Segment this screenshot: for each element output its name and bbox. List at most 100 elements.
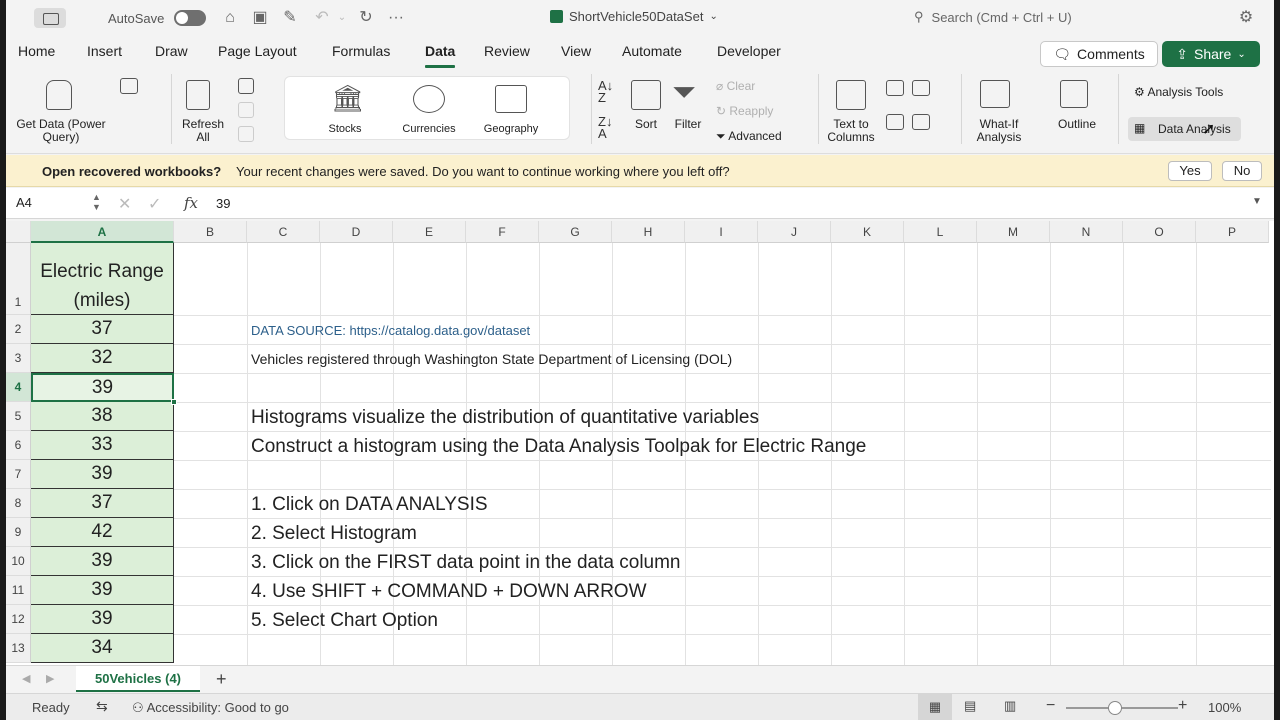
select-all-corner[interactable] (6, 221, 31, 243)
column-header-e[interactable]: E (393, 221, 466, 243)
sort-button[interactable]: Sort (626, 76, 666, 148)
zoom-level[interactable]: 100% (1208, 700, 1241, 715)
cell-a11[interactable]: 39 (31, 576, 174, 605)
tab-view[interactable]: View (561, 43, 591, 59)
macro-recording-icon[interactable]: ⇆ (96, 698, 108, 715)
text-to-columns-button[interactable]: Text to Columns (822, 76, 880, 148)
column-header-d[interactable]: D (320, 221, 393, 243)
column-header-c[interactable]: C (247, 221, 320, 243)
home-icon[interactable]: ⌂ (220, 8, 240, 28)
cell-a13[interactable]: 34 (31, 634, 174, 663)
row-header-10[interactable]: 10 (6, 547, 31, 576)
column-header-o[interactable]: O (1123, 221, 1196, 243)
zoom-out-icon[interactable]: − (1046, 697, 1055, 715)
cell-a4-active[interactable]: 39 (31, 373, 174, 402)
cell-a10[interactable]: 39 (31, 547, 174, 576)
cell-a7[interactable]: 39 (31, 460, 174, 489)
yes-button[interactable]: Yes (1168, 161, 1212, 181)
add-sheet-icon[interactable]: + (216, 669, 227, 690)
redo-icon[interactable]: ↻ (356, 8, 376, 28)
tab-developer[interactable]: Developer (717, 43, 781, 59)
tab-automate[interactable]: Automate (622, 43, 682, 59)
tab-draw[interactable]: Draw (155, 43, 188, 59)
geography-button[interactable]: Geography (473, 81, 549, 137)
scroll-right-icon[interactable]: ▶ (46, 672, 54, 685)
normal-view-icon[interactable]: ▦ (918, 694, 952, 720)
tab-home[interactable]: Home (18, 43, 55, 59)
name-box-stepper[interactable]: ▲ ▼ (92, 192, 101, 212)
enter-icon[interactable]: ✓ (148, 194, 161, 214)
row-header-2[interactable]: 2 (6, 315, 31, 344)
row-header-6[interactable]: 6 (6, 431, 31, 460)
expand-formula-icon[interactable]: ▼ (1252, 196, 1262, 207)
page-break-view-icon[interactable]: ▥ (1004, 698, 1016, 714)
cell-a2[interactable]: 37 (31, 315, 174, 344)
zoom-slider-handle[interactable] (1108, 701, 1122, 715)
cell-a8[interactable]: 37 (31, 489, 174, 518)
document-title[interactable]: ShortVehicle50DataSet ⌄ (550, 9, 718, 24)
function-icon[interactable]: fx (184, 194, 198, 212)
row-header-8[interactable]: 8 (6, 489, 31, 518)
sort-ascending-icon[interactable]: A↓ Z (598, 79, 613, 104)
more-icon[interactable]: ··· (386, 8, 406, 28)
save-as-icon[interactable]: ✎ (280, 8, 300, 28)
properties-icon[interactable] (238, 102, 254, 118)
row-header-5[interactable]: 5 (6, 402, 31, 431)
edit-links-icon[interactable] (238, 126, 254, 142)
clear-button[interactable]: ⌀ Clear (716, 80, 755, 93)
cell-a1-header[interactable]: Electric Range (miles) (31, 243, 174, 315)
cell-a12[interactable]: 39 (31, 605, 174, 634)
stocks-button[interactable]: 🏛 Stocks (307, 81, 383, 137)
row-header-13[interactable]: 13 (6, 634, 31, 663)
what-if-analysis-button[interactable]: What-If Analysis (968, 76, 1030, 148)
search-box[interactable]: ⚲ Search (Cmd + Ctrl + U) (914, 9, 1072, 25)
column-header-m[interactable]: M (977, 221, 1050, 243)
column-header-k[interactable]: K (831, 221, 904, 243)
column-header-a[interactable]: A (31, 221, 174, 243)
cell-a3[interactable]: 32 (31, 344, 174, 373)
column-header-i[interactable]: I (685, 221, 758, 243)
tab-data[interactable]: Data (425, 43, 456, 68)
get-data-button[interactable]: Get Data (Power Query) (16, 76, 106, 148)
analysis-tools-button[interactable]: ⚙ Analysis Tools (1134, 86, 1223, 99)
row-header-3[interactable]: 3 (6, 344, 31, 373)
advanced-button[interactable]: ⏷ Advanced (716, 130, 782, 143)
data-analysis-button[interactable]: ▦ Data Analysis ➚ (1128, 117, 1241, 141)
queries-icon[interactable] (238, 78, 254, 94)
consolidate-icon[interactable] (912, 114, 930, 130)
column-header-j[interactable]: J (758, 221, 831, 243)
copilot-icon[interactable]: ⚙ (1236, 8, 1256, 28)
spreadsheet-grid[interactable]: A B C D E F G H I J K L M N O P 1 2 3 4 (6, 221, 1274, 665)
remove-duplicates-icon[interactable] (886, 114, 904, 130)
fill-handle[interactable] (171, 399, 177, 405)
sheet-tab-50vehicles[interactable]: 50Vehicles (4) (76, 666, 200, 692)
column-header-n[interactable]: N (1050, 221, 1123, 243)
sidebar-toggle-button[interactable] (34, 8, 66, 28)
column-header-b[interactable]: B (174, 221, 247, 243)
row-header-4[interactable]: 4 (6, 373, 31, 402)
refresh-all-button[interactable]: Refresh All (176, 76, 230, 148)
comments-button[interactable]: 🗨 Comments (1040, 41, 1158, 67)
undo-dropdown-icon[interactable]: ⌄ (332, 8, 352, 28)
undo-icon[interactable]: ↶ (312, 8, 332, 28)
zoom-in-icon[interactable]: + (1178, 697, 1187, 715)
row-header-1[interactable]: 1 (6, 243, 31, 315)
no-button[interactable]: No (1222, 161, 1262, 181)
column-header-f[interactable]: F (466, 221, 539, 243)
reapply-button[interactable]: ↻ Reapply (716, 105, 773, 118)
name-box[interactable]: A4 (10, 192, 102, 214)
data-from-table-icon[interactable] (120, 78, 138, 94)
accessibility-status[interactable]: ⚇ Accessibility: Good to go (132, 700, 289, 716)
tab-page-layout[interactable]: Page Layout (218, 43, 297, 59)
sort-descending-icon[interactable]: Z↓ A (598, 115, 612, 140)
formula-input[interactable]: 39 (216, 196, 230, 211)
currencies-button[interactable]: Currencies (391, 81, 467, 137)
row-header-12[interactable]: 12 (6, 605, 31, 634)
cell-a6[interactable]: 33 (31, 431, 174, 460)
tab-formulas[interactable]: Formulas (332, 43, 390, 59)
filter-button[interactable]: ⏷ Filter (668, 76, 708, 148)
share-button[interactable]: ⇪ Share ⌄ (1162, 41, 1260, 67)
row-header-7[interactable]: 7 (6, 460, 31, 489)
tab-review[interactable]: Review (484, 43, 530, 59)
row-header-11[interactable]: 11 (6, 576, 31, 605)
